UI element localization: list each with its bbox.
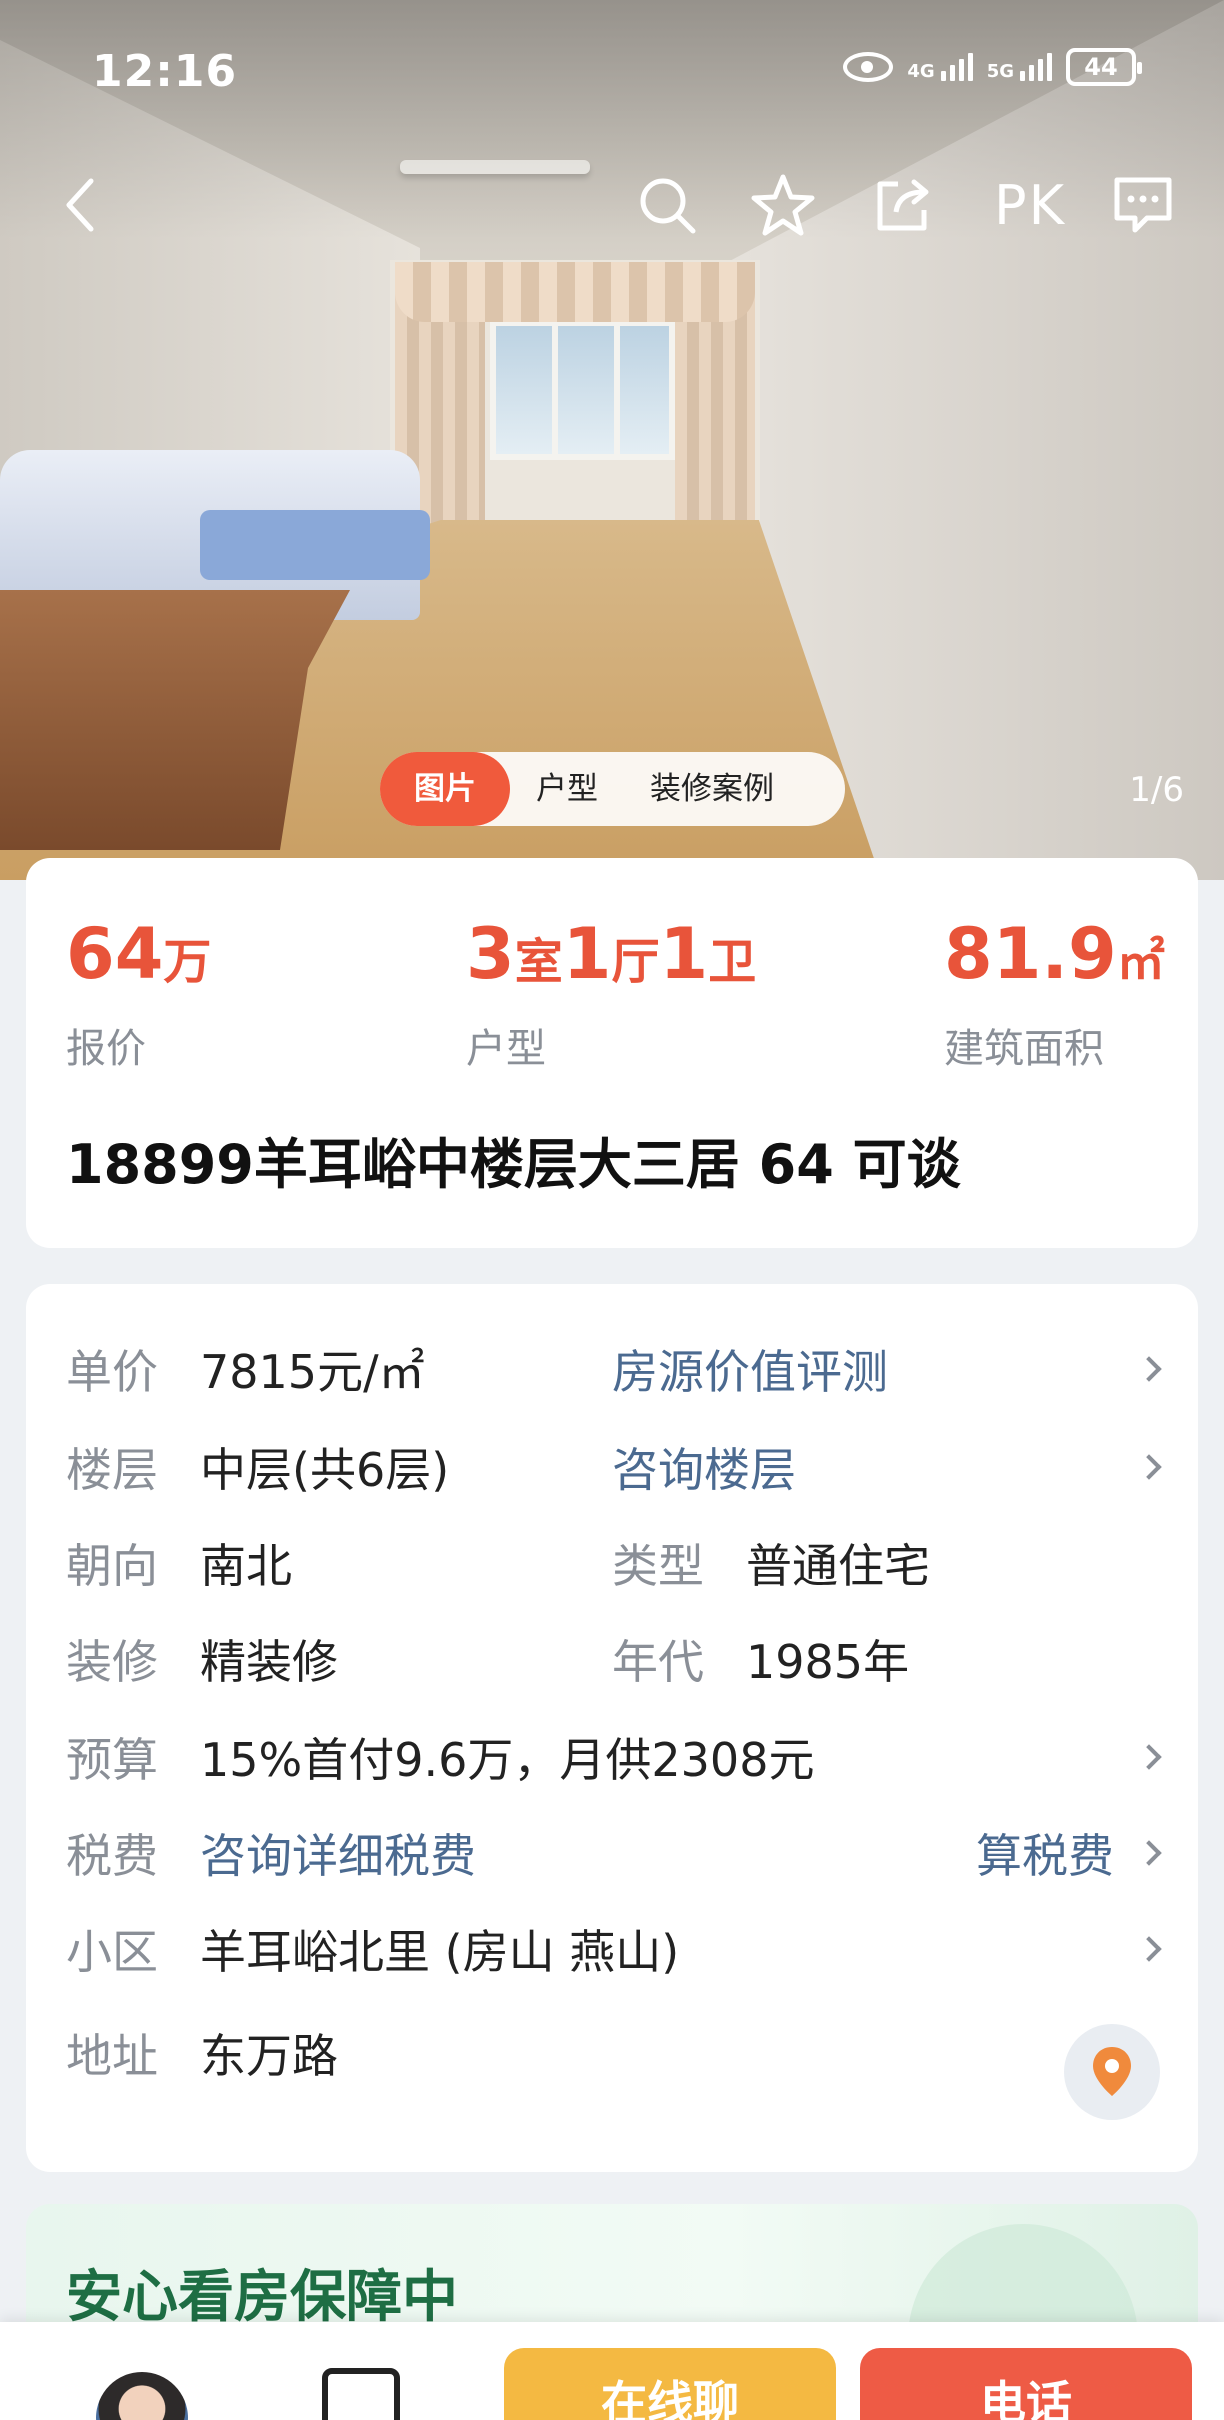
photo-window	[490, 320, 675, 460]
price-stat: 64万 报价	[66, 914, 211, 1074]
guarantee-title: 安心看房保障中	[66, 2265, 458, 2330]
row-tax: 税费 咨询详细税费 算税费	[66, 1820, 1166, 1892]
bottom-action-bar: 在线聊 电话	[0, 2322, 1224, 2420]
agent-avatar[interactable]	[96, 2372, 188, 2420]
share-icon[interactable]	[868, 170, 938, 240]
tab-floorplan[interactable]: 户型	[510, 752, 624, 826]
row-decoration: 装修 精装修 年代 1985年	[66, 1626, 1166, 1698]
search-icon[interactable]	[632, 170, 702, 240]
tab-photos[interactable]: 图片	[380, 752, 510, 826]
tax-key: 税费	[66, 1829, 158, 1883]
signal-4g-label: 4G	[907, 61, 935, 82]
calendar-icon[interactable]	[322, 2368, 400, 2420]
budget-key: 预算	[66, 1733, 158, 1787]
star-icon[interactable]	[748, 170, 818, 240]
row-unit-price: 单价 7815元/㎡ 房源价值评测	[66, 1336, 1166, 1408]
status-icons: 4G 5G 44	[843, 48, 1142, 86]
layout-value: 3室1厅1卫	[466, 913, 757, 995]
community-key: 小区	[66, 1925, 158, 1979]
community-value: 羊耳峪北里 (房山 燕山)	[200, 1925, 680, 1979]
tab-decoration-cases[interactable]: 装修案例	[624, 752, 800, 826]
decoration-value: 精装修	[200, 1635, 338, 1689]
row-address: 地址 东万路	[66, 2020, 1166, 2092]
decoration-key: 装修	[66, 1635, 158, 1689]
tax-consult-link[interactable]: 咨询详细税费	[200, 1820, 476, 1892]
unit-price-value: 7815元/㎡	[200, 1345, 425, 1399]
top-nav: PK	[0, 160, 1224, 250]
battery-level: 44	[1084, 53, 1118, 81]
signal-5g-label: 5G	[986, 61, 1014, 82]
row-orientation: 朝向 南北 类型 普通住宅	[66, 1530, 1166, 1602]
photo-counter: 1/6	[1129, 770, 1184, 810]
floor-key: 楼层	[66, 1443, 158, 1497]
signal-5g-icon: 5G	[987, 53, 1052, 81]
type-key: 类型	[612, 1539, 704, 1593]
row-community[interactable]: 小区 羊耳峪北里 (房山 燕山)	[66, 1916, 1166, 1988]
status-time: 12:16	[92, 46, 238, 97]
year-key: 年代	[612, 1635, 704, 1689]
chevron-right-icon[interactable]	[1136, 1936, 1162, 1962]
layout-label: 户型	[466, 1026, 546, 1072]
layout-stat: 3室1厅1卫 户型	[466, 914, 756, 1074]
map-button[interactable]	[1064, 2024, 1160, 2120]
address-key: 地址	[66, 2029, 158, 2083]
price-value: 64万	[66, 913, 212, 995]
area-stat: 81.9㎡ 建筑面积	[944, 914, 1165, 1074]
row-floor: 楼层 中层(共6层) 咨询楼层	[66, 1434, 1166, 1506]
orientation-value: 南北	[200, 1539, 292, 1593]
gallery-tabs: 图片 户型 装修案例	[380, 752, 845, 826]
message-icon[interactable]	[1108, 170, 1178, 240]
chevron-right-icon[interactable]	[1136, 1454, 1162, 1480]
listing-title: 18899羊耳峪中楼层大三居 64 可谈	[66, 1133, 961, 1196]
chevron-right-icon[interactable]	[1136, 1840, 1162, 1866]
budget-value: 15%首付9.6万，月供2308元	[200, 1733, 815, 1787]
photo-sofa-cover	[200, 510, 430, 580]
pk-button[interactable]: PK	[982, 170, 1078, 240]
tax-calc-link[interactable]: 算税费	[976, 1820, 1114, 1892]
area-value: 81.9㎡	[944, 913, 1165, 995]
chevron-right-icon[interactable]	[1136, 1744, 1162, 1770]
unit-price-key: 单价	[66, 1345, 158, 1399]
details-card: 单价 7815元/㎡ 房源价值评测 楼层 中层(共6层) 咨询楼层 朝向 南北 …	[26, 1284, 1198, 2172]
orientation-key: 朝向	[66, 1539, 158, 1593]
location-pin-icon	[1093, 2047, 1131, 2096]
battery-icon: 44	[1066, 48, 1142, 86]
type-value: 普通住宅	[746, 1539, 930, 1593]
valuation-link[interactable]: 房源价值评测	[612, 1336, 888, 1408]
eye-icon	[843, 52, 894, 82]
address-value: 东万路	[200, 2029, 338, 2083]
summary-card: 64万 报价 3室1厅1卫 户型 81.9㎡ 建筑面积 18899羊耳峪中楼层大…	[26, 858, 1198, 1248]
price-label: 报价	[66, 1026, 146, 1072]
back-icon[interactable]	[56, 170, 106, 240]
chevron-right-icon[interactable]	[1136, 1356, 1162, 1382]
year-value: 1985年	[746, 1635, 910, 1689]
row-budget[interactable]: 预算 15%首付9.6万，月供2308元	[66, 1724, 1166, 1796]
floor-value: 中层(共6层)	[200, 1443, 450, 1497]
signal-4g-icon: 4G	[907, 53, 973, 82]
floor-consult-link[interactable]: 咨询楼层	[612, 1434, 796, 1506]
online-chat-button[interactable]: 在线聊	[504, 2348, 836, 2420]
call-button[interactable]: 电话	[860, 2348, 1192, 2420]
photo-curtain-valance	[395, 262, 755, 322]
status-bar: 12:16 4G 5G 44	[0, 0, 1224, 140]
area-label: 建筑面积	[944, 1026, 1104, 1072]
